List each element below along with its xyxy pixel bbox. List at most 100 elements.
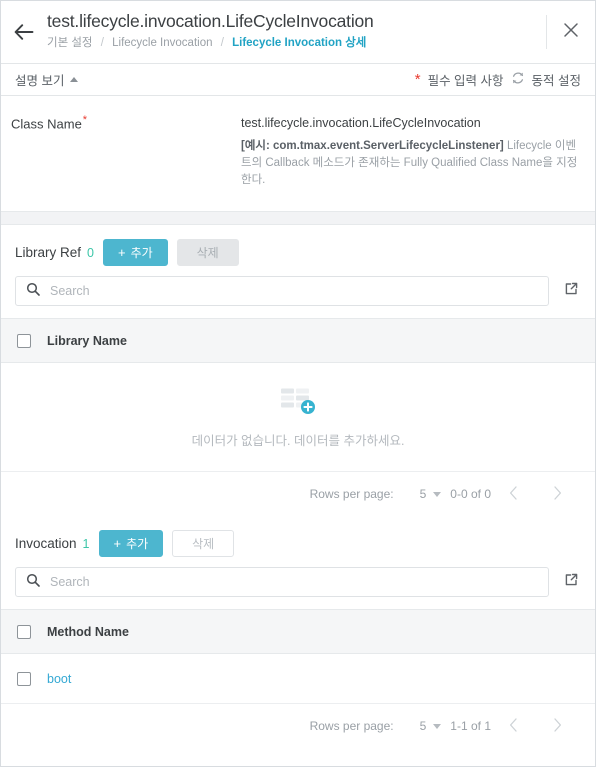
dialog-header: test.lifecycle.invocation.LifeCycleInvoc… [1, 1, 595, 64]
invocation-section: Invocation 1 + 추가 삭제 Search Method Name … [1, 516, 595, 748]
section-divider-band [1, 211, 595, 225]
class-name-label: Class Name* [1, 114, 241, 189]
description-toggle-label: 설명 보기 [15, 74, 65, 88]
library-ref-count: 0 [87, 245, 94, 260]
class-name-help: [예시: com.tmax.event.ServerLifecycleLinst… [241, 138, 579, 189]
invocation-row-checkbox[interactable] [17, 671, 31, 686]
invocation-select-all-cell [1, 624, 47, 639]
table-row[interactable]: boot [1, 654, 595, 704]
library-ref-add-label: 추가 [130, 246, 153, 260]
library-ref-column-header: Library Name [47, 333, 127, 348]
external-link-icon [563, 571, 580, 593]
breadcrumb: 기본 설정 / Lifecycle Invocation / Lifecycle… [47, 36, 546, 51]
breadcrumb-item-2: Lifecycle Invocation 상세 [232, 37, 367, 49]
invocation-search-row [1, 567, 595, 609]
breadcrumb-separator: / [100, 37, 104, 49]
arrow-left-icon [14, 24, 34, 40]
close-button[interactable] [547, 1, 595, 63]
library-ref-table-header: Library Name [1, 319, 595, 363]
invocation-select-all-checkbox[interactable] [17, 624, 31, 639]
chevron-up-icon [70, 77, 79, 82]
invocation-rows-per-page-label: Rows per page: [309, 719, 394, 733]
invocation-count: 1 [82, 536, 90, 551]
invocation-pagination: Rows per page: 5 1-1 of 1 [1, 704, 595, 748]
library-ref-select-all-checkbox[interactable] [17, 333, 31, 348]
class-name-value: test.lifecycle.invocation.LifeCycleInvoc… [241, 116, 481, 130]
plus-icon: + [117, 245, 126, 260]
dialog-subtoolbar: 설명 보기 * 필수 입력 사항 동적 설정 [1, 64, 595, 96]
refresh-icon [511, 71, 525, 88]
invocation-range-label: 1-1 of 1 [450, 719, 491, 733]
breadcrumb-item-1[interactable]: Lifecycle Invocation [112, 37, 212, 49]
chevron-right-icon [553, 717, 562, 735]
required-marker: * [82, 114, 88, 126]
header-text-group: test.lifecycle.invocation.LifeCycleInvoc… [47, 1, 546, 51]
chevron-down-icon [433, 723, 442, 729]
library-ref-table: Library Name 데이터가 없습니다. 데이터를 추가하세요. Rows… [1, 318, 595, 516]
chevron-down-icon [433, 491, 442, 497]
chevron-right-icon [553, 485, 562, 503]
legend-group: * 필수 입력 사항 동적 설정 [415, 70, 581, 89]
invocation-header: Invocation 1 + 추가 삭제 [1, 516, 595, 567]
invocation-prev-page-button[interactable] [491, 717, 535, 735]
external-link-icon [563, 280, 580, 302]
invocation-rows-per-page-select[interactable]: 5 [420, 719, 442, 733]
class-name-field-row: Class Name* test.lifecycle.invocation.Li… [1, 96, 595, 211]
library-ref-prev-page-button[interactable] [491, 485, 535, 503]
invocation-expand-button[interactable] [561, 572, 581, 592]
library-ref-expand-button[interactable] [561, 281, 581, 301]
class-name-help-example: [예시: com.tmax.event.ServerLifecycleLinst… [241, 140, 504, 152]
invocation-delete-button[interactable]: 삭제 [172, 530, 235, 557]
library-ref-delete-label: 삭제 [196, 246, 219, 260]
library-ref-title: Library Ref [15, 245, 82, 260]
page-title: test.lifecycle.invocation.LifeCycleInvoc… [47, 11, 374, 31]
library-ref-select-all-cell [1, 333, 47, 348]
search-icon [26, 573, 40, 592]
class-name-value-group: test.lifecycle.invocation.LifeCycleInvoc… [241, 114, 595, 189]
library-ref-rows-per-page-select[interactable]: 5 [420, 487, 442, 501]
invocation-next-page-button[interactable] [535, 717, 579, 735]
chevron-left-icon [509, 485, 518, 503]
back-button[interactable] [1, 1, 47, 63]
table-add-icon [278, 385, 318, 422]
invocation-add-button[interactable]: + 추가 [98, 530, 164, 557]
plus-icon: + [113, 536, 122, 551]
invocation-table: Method Name boot Rows per page: 5 1-1 of… [1, 609, 595, 748]
library-ref-range-label: 0-0 of 0 [450, 487, 491, 501]
library-ref-delete-button[interactable]: 삭제 [176, 239, 239, 266]
library-ref-search-row [1, 276, 595, 318]
invocation-search-box[interactable] [15, 567, 549, 597]
close-icon [563, 22, 579, 43]
library-ref-empty-state: 데이터가 없습니다. 데이터를 추가하세요. [1, 363, 595, 472]
invocation-add-label: 추가 [126, 537, 149, 551]
library-ref-rows-per-page-value: 5 [419, 487, 427, 501]
dynamic-legend-label: 동적 설정 [531, 74, 581, 88]
description-toggle[interactable]: 설명 보기 [15, 70, 79, 89]
library-ref-add-button[interactable]: + 추가 [102, 239, 168, 266]
required-star-icon: * [414, 71, 421, 88]
invocation-table-header: Method Name [1, 610, 595, 654]
library-ref-search-box[interactable] [15, 276, 549, 306]
invocation-search-input[interactable] [48, 574, 538, 590]
invocation-method-name-link[interactable]: boot [47, 672, 71, 686]
class-name-label-text: Class Name [11, 116, 82, 132]
library-ref-rows-per-page-label: Rows per page: [309, 487, 394, 501]
library-ref-empty-message: 데이터가 없습니다. 데이터를 추가하세요. [191, 434, 405, 448]
invocation-rows-per-page-value: 5 [419, 719, 427, 733]
invocation-column-header: Method Name [47, 624, 129, 639]
breadcrumb-item-0[interactable]: 기본 설정 [47, 37, 93, 49]
breadcrumb-separator: / [220, 37, 224, 49]
library-ref-pagination: Rows per page: 5 0-0 of 0 [1, 472, 595, 516]
lifecycle-invocation-dialog: test.lifecycle.invocation.LifeCycleInvoc… [0, 0, 596, 767]
chevron-left-icon [509, 717, 518, 735]
library-ref-header: Library Ref 0 + 추가 삭제 [1, 225, 595, 276]
invocation-title: Invocation [15, 536, 77, 551]
invocation-delete-label: 삭제 [192, 537, 215, 551]
required-legend-label: 필수 입력 사항 [427, 74, 504, 88]
library-ref-next-page-button[interactable] [535, 485, 579, 503]
library-ref-section: Library Ref 0 + 추가 삭제 Search Library Nam… [1, 225, 595, 516]
library-ref-search-input[interactable] [48, 283, 538, 299]
dialog-body: Class Name* test.lifecycle.invocation.Li… [1, 96, 595, 766]
search-icon [26, 282, 40, 301]
invocation-row-select-cell [1, 671, 47, 686]
